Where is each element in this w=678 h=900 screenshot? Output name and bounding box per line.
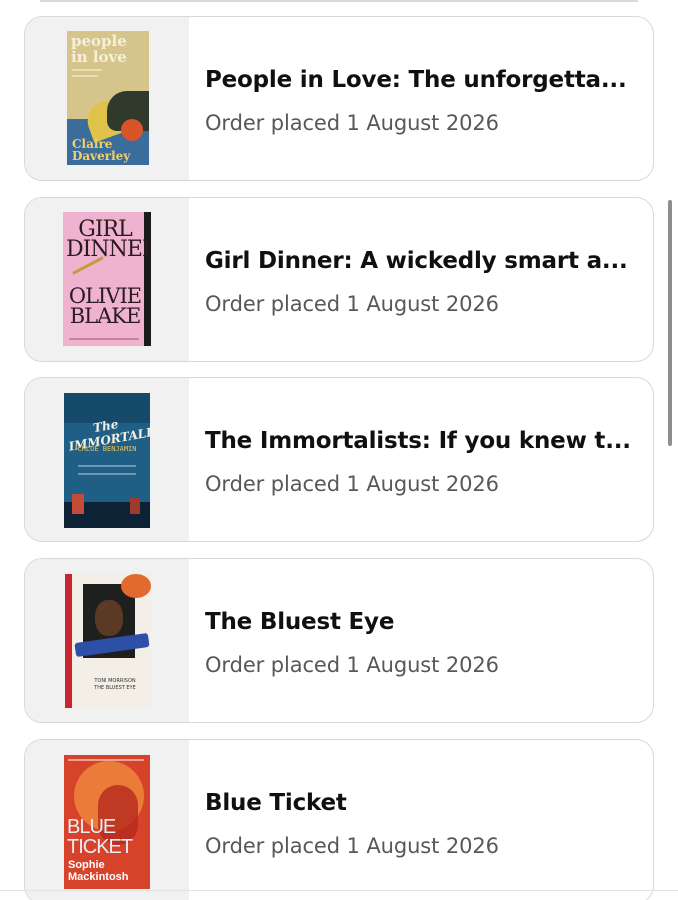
product-title[interactable]: The Bluest Eye: [205, 609, 653, 635]
order-date: Order placed 1 August 2026: [205, 652, 499, 677]
order-card[interactable]: people in love Claire Daverley People in…: [24, 16, 654, 181]
order-date: Order placed 1 August 2026: [205, 291, 499, 316]
order-date: Order placed 1 August 2026: [205, 110, 499, 135]
book-cover-the-immortalists: The IMMORTALISTS CHLOE BENJAMIN: [64, 393, 150, 528]
product-title[interactable]: The Immortalists: If you knew t...: [205, 428, 653, 454]
cover-author: Claire Daverley: [72, 137, 131, 163]
cover-author: Sophie Mackintosh: [68, 859, 129, 883]
bottom-divider: [0, 890, 678, 891]
order-card[interactable]: BLUE TICKET Sophie Mackintosh Blue Ticke…: [24, 739, 654, 900]
book-cover-the-bluest-eye: TONI MORRISON THE BLUEST EYE: [65, 574, 151, 708]
order-info: Girl Dinner: A wickedly smart a... Order…: [189, 198, 653, 361]
book-cover-girl-dinner: GIRL DINNER OLIVIE BLAKE: [63, 212, 151, 346]
cover-title: GIRL DINNER: [66, 217, 151, 262]
order-list: people in love Claire Daverley People in…: [0, 0, 678, 900]
order-info: The Bluest Eye Order placed 1 August 202…: [189, 559, 653, 722]
order-card[interactable]: The IMMORTALISTS CHLOE BENJAMIN The Immo…: [24, 377, 654, 542]
cover-title: THE BLUEST EYE: [94, 685, 136, 691]
book-cover-blue-ticket: BLUE TICKET Sophie Mackintosh: [64, 755, 150, 889]
product-thumbnail[interactable]: GIRL DINNER OLIVIE BLAKE: [25, 198, 189, 361]
cover-author: CHLOE BENJAMIN: [77, 445, 137, 453]
book-cover-people-in-love: people in love Claire Daverley: [67, 31, 149, 165]
product-thumbnail[interactable]: The IMMORTALISTS CHLOE BENJAMIN: [25, 378, 189, 541]
cover-title: people in love: [71, 32, 127, 66]
product-title[interactable]: People in Love: The unforgetta...: [205, 67, 653, 93]
cover-author: TONI MORRISON: [94, 678, 136, 684]
order-info: The Immortalists: If you knew t... Order…: [189, 378, 653, 541]
order-card[interactable]: GIRL DINNER OLIVIE BLAKE Girl Dinner: A …: [24, 197, 654, 362]
order-date: Order placed 1 August 2026: [205, 833, 499, 858]
product-title[interactable]: Girl Dinner: A wickedly smart a...: [205, 248, 653, 274]
order-card[interactable]: TONI MORRISON THE BLUEST EYE The Bluest …: [24, 558, 654, 723]
product-title[interactable]: Blue Ticket: [205, 790, 653, 816]
cover-title: BLUE TICKET: [67, 816, 133, 858]
product-thumbnail[interactable]: people in love Claire Daverley: [25, 17, 189, 180]
order-date: Order placed 1 August 2026: [205, 471, 499, 496]
order-info: People in Love: The unforgetta... Order …: [189, 17, 653, 180]
cover-author: OLIVIE BLAKE: [68, 284, 142, 328]
order-info: Blue Ticket Order placed 1 August 2026: [189, 740, 653, 900]
product-thumbnail[interactable]: BLUE TICKET Sophie Mackintosh: [25, 740, 189, 900]
scrollbar[interactable]: [668, 200, 672, 446]
product-thumbnail[interactable]: TONI MORRISON THE BLUEST EYE: [25, 559, 189, 722]
